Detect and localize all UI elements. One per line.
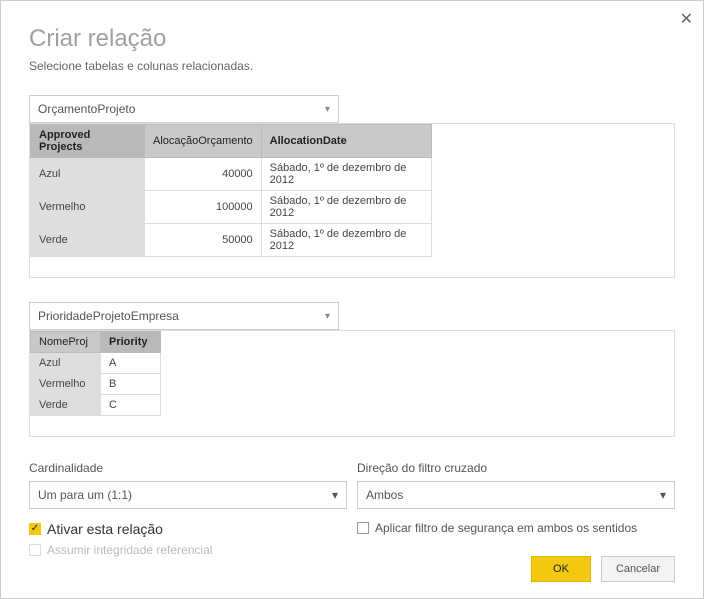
chevron-down-icon: ▾	[325, 311, 330, 322]
table2-select-value: PrioridadeProjetoEmpresa	[38, 309, 179, 323]
cell: 50000	[145, 224, 262, 257]
cell: Verde	[31, 224, 145, 257]
activate-label: Ativar esta relação	[47, 521, 163, 537]
col-allocation-date[interactable]: AllocationDate	[261, 125, 431, 158]
activate-row[interactable]: ✓ Ativar esta relação	[29, 521, 347, 537]
cell: C	[101, 395, 161, 416]
security-both-label: Aplicar filtro de segurança em ambos os …	[375, 521, 637, 535]
cell: Verde	[31, 395, 101, 416]
security-both-checkbox[interactable]	[357, 522, 369, 534]
table1-select-value: OrçamentoProjeto	[38, 102, 135, 116]
button-row: OK Cancelar	[531, 556, 675, 582]
cell: Azul	[31, 158, 145, 191]
cell: Sábado, 1º de dezembro de 2012	[261, 191, 431, 224]
ok-button[interactable]: OK	[531, 556, 591, 582]
cell: Vermelho	[31, 374, 101, 395]
table1-select[interactable]: OrçamentoProjeto ▾	[29, 95, 339, 123]
col-alocacao-orcamento[interactable]: AlocaçãoOrçamento	[145, 125, 262, 158]
cell: B	[101, 374, 161, 395]
crossfilter-col: Direção do filtro cruzado Ambos ▾ Aplica…	[357, 461, 675, 557]
cell: Sábado, 1º de dezembro de 2012	[261, 158, 431, 191]
cancel-button[interactable]: Cancelar	[601, 556, 675, 582]
cell: A	[101, 353, 161, 374]
table2-select[interactable]: PrioridadeProjetoEmpresa ▾	[29, 302, 339, 330]
table1-grid: Approved Projects AlocaçãoOrçamento Allo…	[30, 124, 432, 257]
cardinality-col: Cardinalidade Um para um (1:1) ▾ ✓ Ativa…	[29, 461, 347, 557]
table-header-row: Approved Projects AlocaçãoOrçamento Allo…	[31, 125, 432, 158]
table2-grid: NomeProj Priority Azul A Vermelho B Verd…	[30, 331, 161, 416]
chevron-down-icon: ▾	[660, 488, 666, 502]
table-row[interactable]: Azul 40000 Sábado, 1º de dezembro de 201…	[31, 158, 432, 191]
table-header-row: NomeProj Priority	[31, 332, 161, 353]
col-priority[interactable]: Priority	[101, 332, 161, 353]
cell: 40000	[145, 158, 262, 191]
assume-integrity-label: Assumir integridade referencial	[47, 543, 212, 557]
table-padding	[30, 257, 674, 277]
col-approved-projects[interactable]: Approved Projects	[31, 125, 145, 158]
table-row[interactable]: Vermelho 100000 Sábado, 1º de dezembro d…	[31, 191, 432, 224]
col-nomeproj[interactable]: NomeProj	[31, 332, 101, 353]
assume-integrity-row: Assumir integridade referencial	[29, 543, 347, 557]
table-padding	[30, 416, 674, 436]
crossfilter-value: Ambos	[366, 488, 403, 502]
cardinality-label: Cardinalidade	[29, 461, 347, 475]
dialog-subtitle: Selecione tabelas e colunas relacionadas…	[29, 59, 675, 73]
dialog-title: Criar relação	[29, 25, 675, 53]
crossfilter-select[interactable]: Ambos ▾	[357, 481, 675, 509]
cardinality-value: Um para um (1:1)	[38, 488, 132, 502]
table2-preview: NomeProj Priority Azul A Vermelho B Verd…	[29, 330, 675, 437]
table-row[interactable]: Azul A	[31, 353, 161, 374]
cardinality-select[interactable]: Um para um (1:1) ▾	[29, 481, 347, 509]
table-row[interactable]: Verde C	[31, 395, 161, 416]
security-both-row[interactable]: Aplicar filtro de segurança em ambos os …	[357, 521, 675, 535]
cell: 100000	[145, 191, 262, 224]
cell: Azul	[31, 353, 101, 374]
cell: Vermelho	[31, 191, 145, 224]
cell: Sábado, 1º de dezembro de 2012	[261, 224, 431, 257]
table1-preview: Approved Projects AlocaçãoOrçamento Allo…	[29, 123, 675, 278]
table-row[interactable]: Verde 50000 Sábado, 1º de dezembro de 20…	[31, 224, 432, 257]
chevron-down-icon: ▾	[325, 104, 330, 115]
table-row[interactable]: Vermelho B	[31, 374, 161, 395]
crossfilter-label: Direção do filtro cruzado	[357, 461, 675, 475]
assume-integrity-checkbox	[29, 544, 41, 556]
close-icon[interactable]: ✕	[680, 9, 693, 29]
options-row: Cardinalidade Um para um (1:1) ▾ ✓ Ativa…	[29, 461, 675, 557]
chevron-down-icon: ▾	[332, 488, 338, 502]
activate-checkbox[interactable]: ✓	[29, 523, 41, 535]
create-relationship-dialog: ✕ Criar relação Selecione tabelas e colu…	[0, 0, 704, 599]
